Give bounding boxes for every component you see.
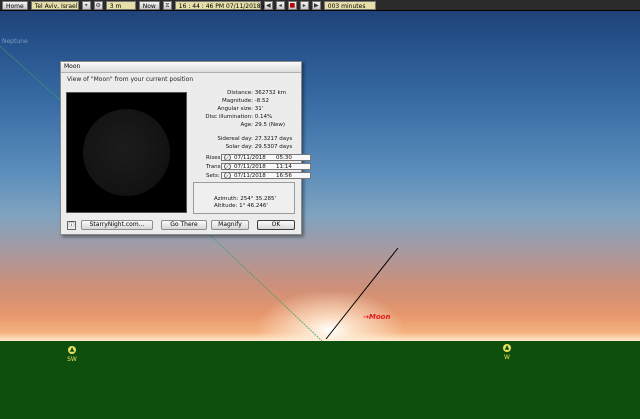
disc-illumination-row: Disc illumination: 0.14% [205, 114, 273, 120]
ecliptic-line-lower [209, 234, 323, 342]
transit-row: Transit: ✓ 07/11/2018 11:14 [206, 163, 311, 170]
compass-icon: ▲ [503, 344, 511, 352]
planet-label[interactable]: Neptune [2, 38, 28, 45]
go-there-button[interactable]: Go There [161, 220, 207, 230]
sets-field[interactable]: ✓ 07/11/2018 16:56 [221, 172, 311, 179]
check-icon[interactable]: ✓ [224, 154, 231, 161]
moon-label[interactable]: →Moon [363, 313, 390, 321]
ok-button[interactable]: OK [257, 220, 295, 230]
altitude-text: Altitude: 1° 46.246' [214, 203, 268, 209]
info-icon[interactable]: ⓘ [67, 221, 76, 230]
check-icon[interactable]: ✓ [224, 172, 231, 179]
compass-sw[interactable]: ▲ SW [64, 346, 80, 363]
distance-row: Distance: 362732 km [227, 90, 287, 96]
moon-disc [83, 109, 170, 196]
magnify-button[interactable]: Magnify [211, 220, 249, 230]
ecliptic-line [0, 45, 61, 101]
magnitude-row: Magnitude: -8.52 [222, 98, 269, 104]
compass-w[interactable]: ▲ W [499, 344, 515, 361]
pointer-line [325, 247, 399, 340]
rises-field[interactable]: ✓ 07/11/2018 05:30 [221, 154, 311, 161]
rises-row: Rises: ✓ 07/11/2018 05:30 [206, 154, 311, 161]
moon-image [66, 92, 187, 213]
starrynight-button[interactable]: StarryNight.com... [81, 220, 153, 230]
azimuth-text: Azimuth: 254° 35.285' [214, 196, 277, 202]
ground [0, 341, 640, 419]
transit-field[interactable]: ✓ 07/11/2018 11:14 [221, 163, 311, 170]
angular-size-row: Angular size: 31' [217, 106, 264, 112]
sidereal-day-row: Sidereal day: 27.3217 days [217, 136, 293, 142]
info-dialog: Moon View of "Moon" from your current po… [60, 61, 311, 235]
azimuth-altitude-box: Azimuth: 254° 35.285' Altitude: 1° 46.24… [193, 182, 295, 214]
dialog-subtitle: View of "Moon" from your current positio… [67, 76, 194, 83]
sets-row: Sets: ✓ 07/11/2018 16:56 [206, 172, 311, 179]
check-icon[interactable]: ✓ [224, 163, 231, 170]
dialog-title[interactable]: Moon [61, 62, 301, 73]
solar-day-row: Solar day: 29.5307 days [225, 144, 293, 150]
compass-icon: ▲ [68, 346, 76, 354]
age-row: Age: 29.5 (New) [240, 122, 286, 128]
